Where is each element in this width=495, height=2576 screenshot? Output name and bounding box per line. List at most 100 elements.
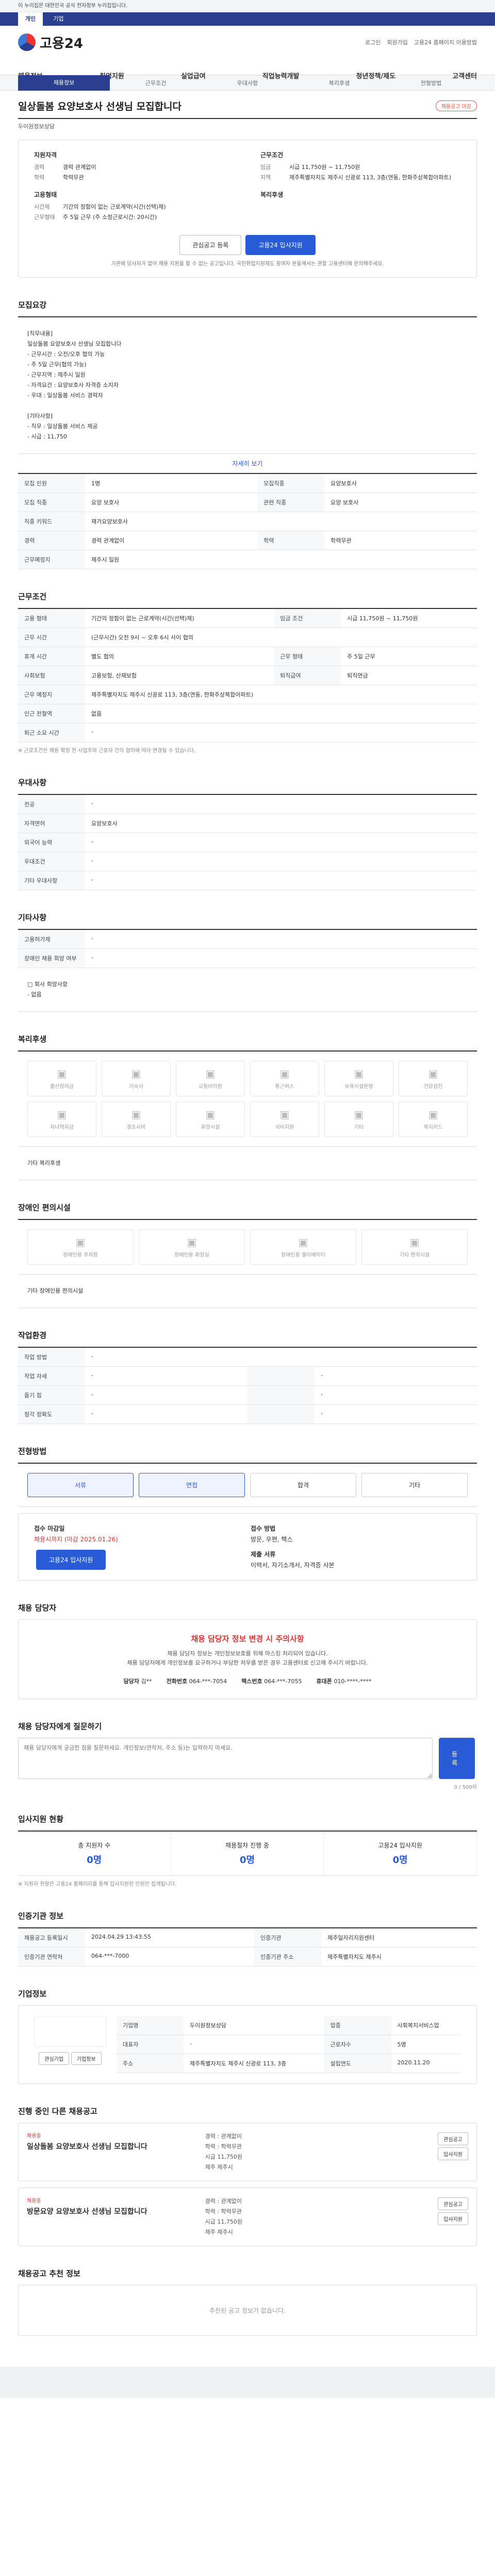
tab-pref[interactable]: 우대사항 xyxy=(202,79,293,87)
table-value: 요양 보호사 xyxy=(85,493,258,512)
similar-title-wrap: 채용중일상돌봄 요양보호사 선생님 모집합니다 xyxy=(27,2131,197,2173)
step-interview: 면접 xyxy=(139,1473,245,1497)
contact-label: 전화번호 xyxy=(166,1678,188,1685)
table-value: 사회복지서비스업 xyxy=(391,2016,461,2035)
similar-title[interactable]: 방문요양 요양보호사 선생님 모집합니다 xyxy=(27,2206,197,2216)
section-title: 근무조건 xyxy=(18,592,47,601)
table-row: 인증기관 연락처 064-***-7000 인증기관 주소 제주특별자치도 제주시 xyxy=(18,1947,477,1967)
guide-link[interactable]: 고용24 홈페이지 이용방법 xyxy=(414,38,477,46)
ai-empty: 추천된 공고 정보가 없습니다. xyxy=(18,2285,477,2336)
brand-name: 고용24 xyxy=(40,36,84,52)
similar-action-button[interactable]: 입사지원 xyxy=(438,2147,468,2160)
status-badge: 채용공고 마감 xyxy=(435,100,477,111)
table-value: - xyxy=(85,833,477,852)
table-row: 작업 방법 - xyxy=(18,1347,477,1367)
etc-table: 고용허가제 - 장애인 채용 희망 여부 - xyxy=(18,929,477,968)
tab-cond[interactable]: 근무조건 xyxy=(110,79,202,87)
benefit-label: 휴양시설 xyxy=(201,1125,220,1130)
login-link[interactable]: 로그인 xyxy=(365,38,381,46)
table-row: 외국어 능력 - xyxy=(18,833,477,852)
benefit-label: 자녀학자금 xyxy=(50,1125,74,1130)
benefit-label: 장애인용 화장실 xyxy=(174,1252,209,1258)
table-row: 전공 - xyxy=(18,794,477,814)
contact-label: 담당자 xyxy=(123,1678,140,1685)
table-value: 학력무관 xyxy=(324,531,477,550)
tab-personal[interactable]: 개인 xyxy=(18,12,43,26)
table-value: 제주특별자치도 제주시 신광로 113, 3층(연동, 한화주상복합아파트) xyxy=(85,685,477,704)
brand-logo[interactable]: 고용24 xyxy=(18,33,83,52)
table-key: 고용허가제 xyxy=(18,929,85,949)
table-value: 요양보호사 xyxy=(85,814,477,833)
gov-banner: 이 누리집은 대한민국 공식 전자정부 누리집입니다. xyxy=(0,0,495,12)
kv-val: 제주특별자치도 제주시 신광로 113, 3층(연동, 한화주상복합아파트) xyxy=(289,174,452,181)
table-row: 자격면허 요양보호사 xyxy=(18,814,477,833)
alert-body: 채용 담당자 정보는 개인정보보호를 위해 마스킹 처리되어 있습니다. 채용 … xyxy=(127,1650,368,1666)
more-link[interactable]: 자세히 보기 xyxy=(232,460,262,467)
status-value: 0명 xyxy=(239,1855,255,1866)
table-value: 2020.11.20 xyxy=(391,2054,461,2073)
table-key: 휴게 시간 xyxy=(18,647,85,666)
benefit-item: ▣ 복지카드 xyxy=(399,1101,468,1137)
table-key: 근무 시간 xyxy=(18,628,85,647)
summary-heading: 근무조건 xyxy=(260,151,284,159)
table-value: - xyxy=(315,1385,477,1405)
benefit-item: ▣ 통근버스 xyxy=(250,1061,319,1096)
table-key: 경력 xyxy=(18,531,85,550)
tab-process[interactable]: 전형방법 xyxy=(385,79,477,87)
inquiry-input[interactable] xyxy=(18,1738,433,1779)
similar-card[interactable]: 채용중 방문요양 요양보호사 선생님 모집합니다 경력 : 관계없이 학력 : 학력무… xyxy=(18,2188,477,2246)
similar-tag: 채용중 xyxy=(27,2133,41,2139)
table-value: 두이원정보상담 xyxy=(184,2016,324,2035)
similar-actions: 관심공고입사지원 xyxy=(383,2196,468,2238)
process-steps: 서류 면접 합격 기타 xyxy=(18,1463,477,1507)
table-key xyxy=(248,1366,315,1386)
table-value: 주 5일 근무 xyxy=(341,647,477,666)
table-row: 채용공고 등록일시 2024.04.29 13:43:55 인증기관 제주일자리지원센… xyxy=(18,1928,477,1947)
table-key: 직종 키워드 xyxy=(18,512,85,531)
status-label: 채용절차 진행 중 xyxy=(225,1842,269,1849)
similar-title-wrap: 채용중 방문요양 요양보호사 선생님 모집합니다 xyxy=(27,2196,197,2238)
similar-action-button[interactable]: 입사지원 xyxy=(438,2212,468,2225)
tab-company[interactable]: 기업 xyxy=(53,12,63,26)
tab-benefit[interactable]: 복리후생 xyxy=(293,79,385,87)
actions-note: 기관에 당사자가 없어 채용 지원을 할 수 없는 공고입니다. 국민취업지원제… xyxy=(111,261,384,267)
tab-recruit[interactable]: 채용정보 xyxy=(18,75,110,91)
similar-title[interactable]: 일상돌봄 요양보호사 선생님 모집합니다 xyxy=(27,2141,197,2151)
apply-docs: 이력서, 자기소개서, 자격증 사본 xyxy=(251,1562,335,1569)
similar-meta: 경력 : 관계없이 학력 : 학력무관 시급 11,750원 제주 제주시 xyxy=(205,2196,375,2238)
apply-button-2[interactable]: 고용24 입사지원 xyxy=(36,1550,106,1570)
summary-box: 지원자격 경력 경력 관계없이 학력 학력무관 근무조건 임금 시급 11,750원 … xyxy=(18,140,477,278)
table-row: 인근 전철역 없음 xyxy=(18,704,477,723)
table-value: 요양 보호사 xyxy=(324,493,477,512)
company-info-button[interactable]: 기업정보 xyxy=(71,2052,102,2065)
benefit-label: 식비지원 xyxy=(275,1125,294,1130)
table-key: 모집 인원 xyxy=(18,473,85,493)
similar-card[interactable]: 채용중 일상돌봄 요양보호사 선생님 모집합니다 경력 : 관계없이 학력 : 학력무… xyxy=(18,2123,477,2181)
table-key xyxy=(248,1404,315,1424)
fav-company-button[interactable]: 관심기업 xyxy=(39,2052,70,2065)
favorite-button[interactable]: 관심공고 등록 xyxy=(179,235,242,255)
similar-meta-item: 시급 11,750원 xyxy=(205,2154,242,2160)
table-value: 경력 관계없이 xyxy=(85,531,258,550)
table-key: 우대조건 xyxy=(18,852,85,871)
company-name[interactable]: 두이원정보상담 xyxy=(18,119,477,133)
benefit-item: ▣ 보육시설운영 xyxy=(324,1061,393,1096)
benefit-label: 기타 xyxy=(354,1125,364,1130)
similar-meta-item: 학력 : 학력무관 xyxy=(205,2143,242,2150)
table-row: 고용 형태 기간의 정함이 없는 근로계약(시간(선택)제) 임금 조건 시급 11,… xyxy=(18,608,477,628)
section-title: 진행 중인 다른 채용공고 xyxy=(18,2107,97,2116)
similar-action-button[interactable]: 관심공고 xyxy=(438,2132,468,2145)
apply-button[interactable]: 고용24 입사지원 xyxy=(245,235,316,255)
benefit-icon: ▣ xyxy=(131,1067,141,1080)
inquiry-submit-button[interactable]: 등록 xyxy=(439,1738,475,1779)
status-value: 0명 xyxy=(392,1855,408,1866)
benefit-icon: ▣ xyxy=(354,1108,364,1121)
summary-heading: 지원자격 xyxy=(34,151,57,159)
section-title: 기업정보 xyxy=(18,1989,47,1998)
similar-meta-item: 경력 : 관계없이 xyxy=(205,2198,242,2205)
signup-link[interactable]: 회원가입 xyxy=(387,38,407,46)
table-key: 대표자 xyxy=(117,2035,184,2054)
similar-action-button[interactable]: 관심공고 xyxy=(438,2197,468,2210)
table-row: 근무예정지 제주시 일원 xyxy=(18,550,477,569)
table-value: - xyxy=(85,794,477,814)
